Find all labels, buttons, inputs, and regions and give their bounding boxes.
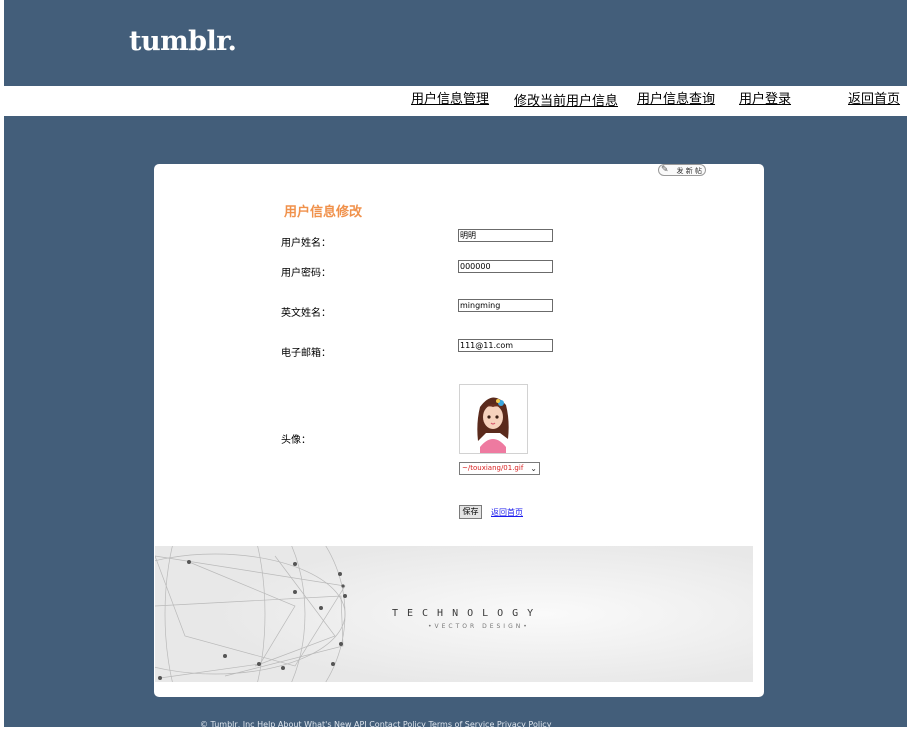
chevron-down-icon: ⌄ <box>530 464 537 473</box>
save-button[interactable]: 保存 <box>459 505 482 519</box>
nav-user-login[interactable]: 用户登录 <box>739 88 791 107</box>
email-field[interactable] <box>458 339 553 352</box>
nav-back-home[interactable]: 返回首页 <box>848 88 900 107</box>
tumblr-logo[interactable]: tumblr. <box>129 26 237 57</box>
pen-icon: ✎ <box>661 165 669 175</box>
english-name-field[interactable] <box>458 299 553 312</box>
back-home-link[interactable]: 返回首页 <box>491 507 523 518</box>
avatar-image <box>459 384 528 454</box>
name-field[interactable] <box>458 229 553 242</box>
email-label: 电子邮箱： <box>281 348 331 359</box>
new-post-button[interactable]: ✎ 发 新 帖 <box>658 164 706 176</box>
nav-user-management[interactable]: 用户信息管理 <box>411 88 489 107</box>
banner-subtitle: •VECTOR DESIGN• <box>428 623 530 630</box>
name-label: 用户姓名： <box>281 238 331 249</box>
form-title: 用户信息修改 <box>284 205 363 220</box>
avatar-girl-icon <box>477 397 509 453</box>
avatar-select[interactable]: ~/touxiang/01.gif ⌄ <box>459 462 540 475</box>
avatar-label: 头像： <box>281 435 311 446</box>
nav-edit-current-user[interactable]: 修改当前用户信息 <box>514 90 618 109</box>
password-field[interactable] <box>458 260 553 273</box>
password-label: 用户密码： <box>281 268 331 279</box>
technology-banner: TECHNOLOGY •VECTOR DESIGN• <box>155 546 753 682</box>
footer-links[interactable]: © Tumblr, Inc Help About What's New API … <box>200 720 700 729</box>
banner-title: TECHNOLOGY <box>392 608 543 619</box>
avatar-select-value: ~/touxiang/01.gif <box>462 464 524 472</box>
nav-user-query[interactable]: 用户信息查询 <box>637 88 715 107</box>
english-name-label: 英文姓名： <box>281 308 331 319</box>
new-post-label: 发 新 帖 <box>676 167 702 175</box>
